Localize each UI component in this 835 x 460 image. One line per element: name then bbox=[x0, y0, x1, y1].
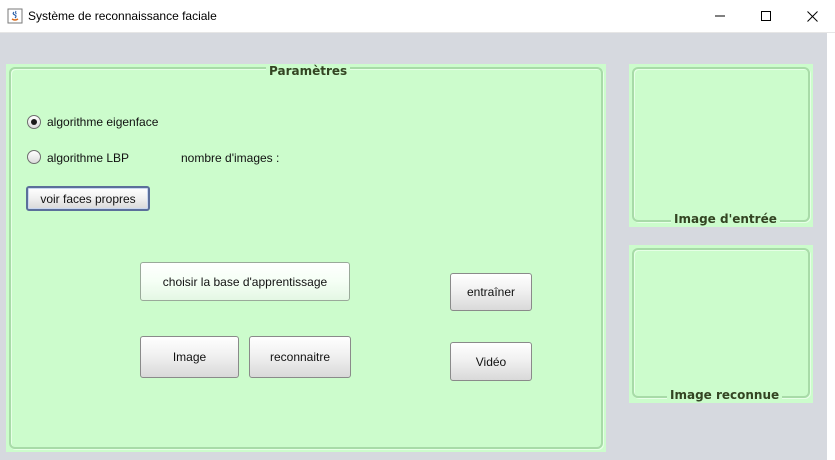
radio-lbp[interactable] bbox=[27, 150, 41, 164]
entrainer-button[interactable]: entraîner bbox=[450, 273, 532, 311]
window-title: Système de reconnaissance faciale bbox=[28, 9, 217, 23]
maximize-button[interactable] bbox=[743, 0, 789, 32]
image-entree-title: Image d'entrée bbox=[671, 212, 780, 226]
close-icon bbox=[806, 10, 818, 22]
image-button[interactable]: Image bbox=[140, 336, 239, 378]
radio-lbp-label[interactable]: algorithme LBP bbox=[47, 151, 129, 165]
java-app-icon bbox=[7, 8, 23, 24]
video-button[interactable]: Vidéo bbox=[450, 342, 532, 381]
radio-eigenface-label[interactable]: algorithme eigenface bbox=[47, 115, 158, 129]
image-entree-panel-border bbox=[632, 67, 810, 222]
image-reconnue-title: Image reconnue bbox=[667, 388, 783, 402]
choisir-base-button[interactable]: choisir la base d'apprentissage bbox=[140, 262, 350, 301]
client-area: Paramètres algorithme eigenface algorith… bbox=[0, 33, 835, 460]
nombre-images-label: nombre d'images : bbox=[181, 151, 280, 165]
close-button[interactable] bbox=[789, 0, 835, 32]
minimize-button[interactable] bbox=[697, 0, 743, 32]
voir-faces-propres-button[interactable]: voir faces propres bbox=[26, 186, 150, 211]
minimize-icon bbox=[715, 15, 725, 17]
image-entree-panel: Image d'entrée bbox=[629, 64, 813, 227]
maximize-icon bbox=[761, 11, 771, 21]
parametres-title: Paramètres bbox=[266, 64, 351, 78]
reconnaitre-button[interactable]: reconnaitre bbox=[249, 336, 351, 378]
title-bar: Système de reconnaissance faciale bbox=[0, 0, 835, 33]
image-reconnue-panel-border bbox=[632, 248, 810, 398]
window-edge bbox=[827, 33, 835, 460]
parametres-panel: Paramètres algorithme eigenface algorith… bbox=[6, 64, 606, 452]
image-reconnue-panel: Image reconnue bbox=[629, 245, 813, 403]
radio-eigenface[interactable] bbox=[27, 115, 41, 129]
